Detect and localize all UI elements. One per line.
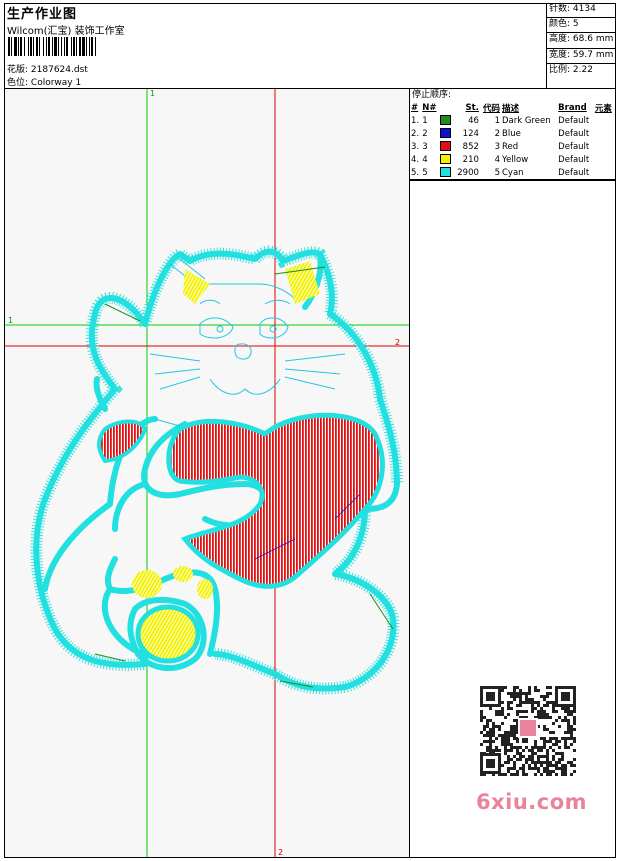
company-name: Wilcom(汇宝) 装饰工作室 bbox=[7, 26, 125, 37]
stat-width: 宽度: 59.7 mm bbox=[547, 49, 616, 64]
barcode bbox=[8, 37, 96, 56]
stat-stitches: 针数: 4134 bbox=[547, 3, 616, 19]
stop-sequence-title: 停止顺序: bbox=[412, 90, 452, 100]
stat-colors: 颜色: 5 bbox=[547, 18, 616, 34]
stat-scale: 比例: 2.22 bbox=[549, 64, 593, 75]
design-canvas: 1 1 2 2 bbox=[5, 89, 409, 857]
guide-label-h2: 2 bbox=[395, 338, 400, 347]
thread-table-header: # N# St. 代码 描述 Brand 元素 bbox=[411, 102, 612, 114]
ear-fill bbox=[183, 261, 320, 304]
guide-label-v1: 1 bbox=[150, 89, 155, 98]
design-info: 花版: 2187624.dst bbox=[7, 62, 88, 75]
design-value: 2187624.dst bbox=[30, 65, 88, 75]
stats-panel: 针数: 4134 颜色: 5 高度: 68.6 mm 宽度: 59.7 mm 比… bbox=[546, 3, 616, 88]
site-logo: 6xiu.com bbox=[476, 790, 588, 814]
guide-label-v2: 2 bbox=[278, 848, 283, 857]
table-row: 5. 5 2900 5 Cyan Default bbox=[410, 166, 615, 180]
colorway-label: 色位: bbox=[7, 78, 29, 88]
color-swatch bbox=[440, 167, 452, 178]
color-swatch bbox=[440, 115, 452, 126]
colorway-info: 色位: Colorway 1 bbox=[7, 75, 81, 88]
stat-height: 高度: 68.6 mm bbox=[547, 33, 616, 49]
sheet-title: 生产作业图 bbox=[7, 7, 78, 22]
color-swatch bbox=[440, 128, 452, 139]
table-row: 3. 3 852 3 Red Default bbox=[411, 141, 590, 152]
heart bbox=[97, 412, 385, 589]
guide-label-h1: 1 bbox=[8, 316, 13, 325]
color-swatch bbox=[440, 154, 452, 165]
thread-table: # N# St. 代码 描述 Brand 元素 1. 1 46 1 Dark Gre… bbox=[410, 101, 615, 180]
table-row: 1. 1 46 1 Dark Green Default bbox=[411, 115, 590, 126]
qr-code bbox=[470, 680, 586, 780]
table-row: 4. 4 210 4 Yellow Default bbox=[411, 154, 590, 165]
design-label: 花版: bbox=[7, 65, 29, 75]
table-row: 2. 2 124 2 Blue Default bbox=[411, 128, 590, 139]
color-swatch bbox=[440, 141, 452, 152]
embroidery-preview: 1 1 2 2 bbox=[5, 89, 409, 857]
colorway-value: Colorway 1 bbox=[30, 78, 82, 88]
